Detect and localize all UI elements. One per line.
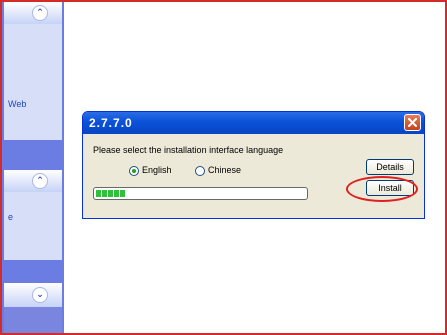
radio-button-chinese[interactable] (195, 166, 205, 176)
close-button[interactable] (404, 114, 421, 131)
task-pane-header[interactable]: ⌄ (4, 283, 62, 307)
radio-label-english[interactable]: English (142, 165, 172, 175)
radio-label-chinese[interactable]: Chinese (208, 165, 241, 175)
chevron-down-icon[interactable]: ⌄ (32, 287, 48, 303)
chevron-up-icon[interactable]: ⌃ (32, 173, 48, 189)
progress-block (120, 190, 125, 197)
task-pane-header[interactable]: ⌃ (4, 170, 62, 192)
task-pane: ⌃ Web ⌃ e ⌄ (2, 2, 64, 333)
installer-dialog: 2.7.7.0 Please select the installation i… (82, 111, 425, 219)
window-title: 2.7.7.0 (89, 116, 133, 130)
task-pane-link[interactable]: Web (8, 99, 26, 109)
task-pane-gap (4, 140, 62, 170)
progress-block (96, 190, 101, 197)
task-pane-link[interactable]: e (8, 212, 13, 222)
language-prompt: Please select the installation interface… (93, 145, 284, 155)
progress-bar (93, 187, 308, 200)
title-bar[interactable]: 2.7.7.0 (83, 112, 424, 134)
radio-button-english[interactable] (129, 166, 139, 176)
progress-fill (96, 190, 126, 197)
details-button[interactable]: Details (366, 159, 414, 175)
progress-block (114, 190, 119, 197)
task-pane-header[interactable]: ⌃ (4, 2, 62, 24)
progress-block (102, 190, 107, 197)
install-highlight-ellipse (346, 176, 418, 202)
close-icon (408, 118, 417, 127)
task-pane-bottom (4, 307, 62, 333)
progress-block (108, 190, 113, 197)
chevron-up-icon[interactable]: ⌃ (32, 5, 48, 21)
